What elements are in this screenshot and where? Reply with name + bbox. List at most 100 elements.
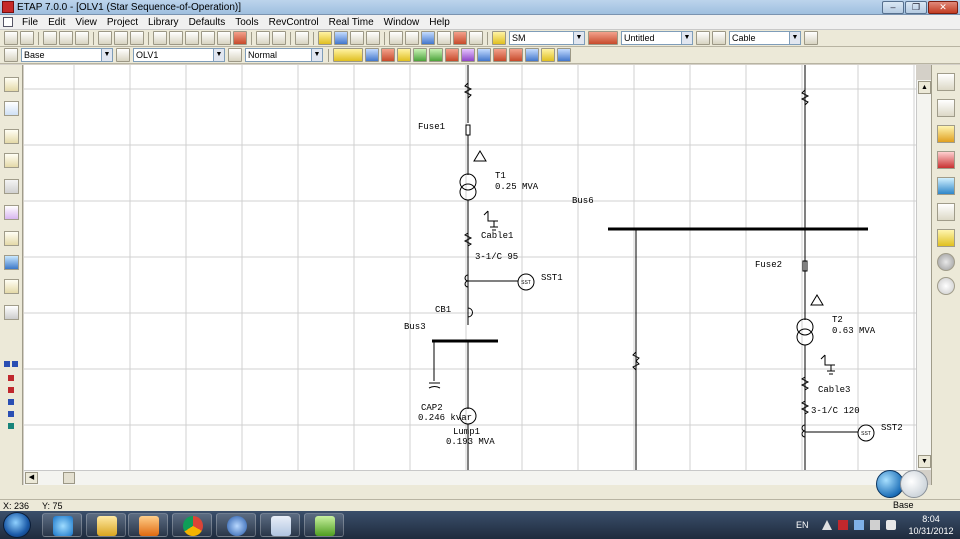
node-small-icon[interactable] (8, 399, 14, 405)
switch-small-icon[interactable] (8, 387, 14, 393)
star-tcc-icon[interactable] (937, 73, 955, 91)
alert-view-icon[interactable] (937, 151, 955, 169)
relay-icon[interactable] (4, 279, 19, 294)
harmonic-icon[interactable] (413, 48, 427, 62)
copy-icon[interactable] (114, 31, 128, 45)
start-button[interactable] (3, 512, 31, 538)
panel-icon[interactable] (4, 231, 19, 246)
menu-tools[interactable]: Tools (230, 17, 263, 28)
redo-icon[interactable] (272, 31, 286, 45)
t1-primary-winding-icon[interactable] (459, 173, 477, 191)
sequence-viewer-icon[interactable] (937, 177, 955, 195)
clock[interactable]: 8:04 10/31/2012 (903, 513, 959, 537)
star-view-icon[interactable] (4, 129, 19, 144)
diagram-combo[interactable]: OLV1 ▼ (133, 48, 225, 62)
taskbar-chrome[interactable] (172, 513, 212, 537)
t2-primary-winding-icon[interactable] (796, 318, 814, 336)
horizontal-scrollbar[interactable]: ◀ (24, 470, 916, 485)
grid-icon[interactable] (318, 31, 332, 45)
add-template-icon[interactable] (366, 31, 380, 45)
menu-real-time[interactable]: Real Time (324, 17, 379, 28)
zoom-fit-icon[interactable] (217, 31, 231, 45)
menu-window[interactable]: Window (379, 17, 425, 28)
pan-icon[interactable] (153, 31, 167, 45)
study-case-icon[interactable] (937, 229, 955, 247)
new-presentation-icon[interactable] (116, 48, 130, 62)
protective-device-icon[interactable] (461, 48, 475, 62)
export-icon[interactable] (405, 31, 419, 45)
get-template-icon[interactable] (350, 31, 364, 45)
cb1-icon[interactable] (467, 307, 473, 318)
mode-combo[interactable]: Normal ▼ (245, 48, 323, 62)
cap2-plate-curve-icon[interactable] (428, 386, 441, 389)
dynamic-icon[interactable] (445, 48, 459, 62)
language-indicator[interactable]: EN (796, 511, 809, 539)
new-file-icon[interactable] (4, 31, 18, 45)
reliability-icon[interactable] (493, 48, 507, 62)
print-icon[interactable] (43, 31, 57, 45)
instrumentation-icon[interactable] (4, 101, 19, 116)
document-icon[interactable] (3, 17, 13, 27)
menu-help[interactable]: Help (424, 17, 455, 28)
taskbar-etap[interactable] (260, 513, 300, 537)
config-combo[interactable]: SM ▼ (509, 31, 585, 45)
stop-icon[interactable] (937, 253, 955, 271)
network-icon[interactable] (854, 520, 864, 530)
cable-icon[interactable] (4, 305, 19, 320)
taskbar-app-blue[interactable] (216, 513, 256, 537)
menu-file[interactable]: File (17, 17, 43, 28)
load-flow-icon[interactable] (365, 48, 379, 62)
close-button[interactable]: ✕ (928, 1, 958, 14)
minimize-button[interactable]: – (882, 1, 904, 14)
taskbar-media-player[interactable] (128, 513, 168, 537)
revision-sync-icon[interactable] (696, 31, 710, 45)
menu-defaults[interactable]: Defaults (184, 17, 231, 28)
bus-small-icon[interactable] (4, 361, 10, 367)
star-coordination-icon[interactable] (477, 48, 491, 62)
horizontal-scroll-thumb[interactable] (63, 472, 75, 484)
revision-combo[interactable]: Untitled ▼ (621, 31, 693, 45)
paste-icon[interactable] (130, 31, 144, 45)
battery-sizing-icon[interactable] (541, 48, 555, 62)
zoom-new-window-icon[interactable] (201, 31, 215, 45)
batch-print-icon[interactable] (75, 31, 89, 45)
ground-grid-palette-icon[interactable] (4, 179, 19, 194)
undo-icon[interactable] (256, 31, 270, 45)
menu-edit[interactable]: Edit (43, 17, 70, 28)
motor-icon[interactable] (4, 205, 19, 220)
t2-secondary-winding-icon[interactable] (796, 328, 814, 346)
taskbar-internet-explorer[interactable] (42, 513, 82, 537)
link-small-icon[interactable] (8, 411, 14, 417)
revision-manager-icon[interactable] (588, 31, 618, 45)
optimal-power-flow-icon[interactable] (509, 48, 523, 62)
save-icon[interactable] (20, 31, 34, 45)
one-line-diagram-canvas[interactable]: SST SST Fuse1 T1 0.25 MVA Cable1 3-1/C 9… (24, 65, 916, 470)
display-options-icon[interactable] (937, 203, 955, 221)
zoom-out-icon[interactable] (185, 31, 199, 45)
show-hidden-icons-icon[interactable] (822, 520, 832, 530)
power-icon[interactable] (870, 520, 880, 530)
fuse1-icon[interactable] (465, 124, 471, 136)
scroll-up-icon[interactable]: ▲ (918, 81, 931, 94)
menu-view[interactable]: View (70, 17, 102, 28)
import-icon[interactable] (389, 31, 403, 45)
fault-insertion-icon[interactable] (937, 99, 955, 117)
menu-revcontrol[interactable]: RevControl (264, 17, 324, 28)
presentation-icon[interactable] (4, 48, 18, 62)
edit-mode-button[interactable] (333, 48, 363, 62)
ground-grid-icon[interactable] (557, 48, 571, 62)
motor-starting-icon[interactable] (397, 48, 411, 62)
element-editor-icon[interactable] (804, 31, 818, 45)
scroll-left-icon[interactable]: ◀ (25, 472, 38, 484)
help-icon[interactable] (453, 31, 467, 45)
search-icon[interactable] (937, 277, 955, 295)
find-icon[interactable] (437, 31, 451, 45)
vertical-scrollbar[interactable]: ▲ ▼ (916, 80, 931, 470)
taskbar-file-explorer[interactable] (86, 513, 126, 537)
check-icon[interactable] (334, 31, 348, 45)
presentation-combo[interactable]: Base ▼ (21, 48, 113, 62)
t1-secondary-winding-icon[interactable] (459, 183, 477, 201)
action-center-icon[interactable] (838, 520, 848, 530)
volume-icon[interactable] (886, 520, 896, 530)
cut-icon[interactable] (98, 31, 112, 45)
